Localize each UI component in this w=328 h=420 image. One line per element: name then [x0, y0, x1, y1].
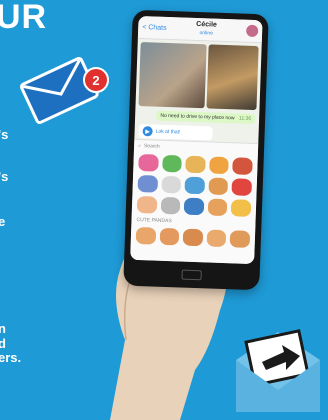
back-button[interactable]: < Chats [142, 24, 167, 32]
sticker[interactable] [161, 175, 182, 194]
side-text-6: ers. [0, 350, 22, 365]
side-text-5: d [0, 336, 6, 351]
sticker-grid-2 [131, 225, 256, 250]
send-envelope-icon [228, 312, 328, 414]
voice-label: Lok at that! [155, 128, 181, 136]
side-text-2: 's [0, 169, 9, 184]
chat-header: < Chats Cécile online [137, 15, 263, 44]
sticker[interactable] [136, 195, 157, 214]
contact-status: online [199, 30, 214, 37]
headline: UR [0, 0, 48, 36]
chat-title: Cécile online [196, 21, 217, 38]
search-placeholder: Search [143, 143, 160, 150]
avatar[interactable] [245, 24, 259, 38]
sticker[interactable] [135, 226, 156, 245]
sticker[interactable] [231, 199, 252, 217]
sticker[interactable] [184, 176, 205, 195]
side-text-3: e [0, 214, 6, 229]
sticker[interactable] [232, 157, 253, 175]
sticker[interactable] [208, 177, 229, 196]
phone-screen: < Chats Cécile online No need to drive t… [130, 15, 263, 265]
side-text-1: 's [0, 127, 9, 142]
phone: < Chats Cécile online No need to drive t… [123, 9, 269, 291]
phone-bottom-bar [131, 265, 251, 285]
sticker[interactable] [183, 197, 205, 216]
sticker[interactable] [160, 196, 181, 215]
sticker[interactable] [137, 174, 158, 193]
sticker[interactable] [231, 178, 253, 196]
search-icon: ⌕ [138, 142, 142, 150]
voice-message[interactable]: ▶ Lok at that! [138, 123, 213, 141]
sticker[interactable] [182, 228, 204, 247]
sticker-grid [132, 152, 258, 219]
message-time: 11:36 [238, 115, 252, 122]
sticker[interactable] [208, 156, 230, 175]
sticker[interactable] [230, 230, 251, 248]
outgoing-message[interactable]: No need to drive to my place now 11:36 [156, 110, 256, 125]
sticker[interactable] [138, 154, 159, 172]
side-text-4: n [0, 321, 6, 336]
sticker[interactable] [206, 229, 227, 248]
sticker-panel: ⌕ Search CUTE PANDAS [130, 138, 259, 265]
sticker[interactable] [185, 155, 206, 174]
photo-message[interactable] [138, 42, 259, 111]
message-text: No need to drive to my place now [160, 112, 235, 122]
sticker[interactable] [207, 198, 228, 217]
notification-badge: 2 [83, 67, 109, 93]
home-button[interactable] [181, 269, 202, 281]
photo-cat[interactable] [138, 42, 207, 109]
photo-lion[interactable] [206, 44, 259, 111]
play-icon[interactable]: ▶ [142, 126, 153, 137]
sticker[interactable] [159, 227, 180, 246]
sticker[interactable] [161, 154, 182, 173]
